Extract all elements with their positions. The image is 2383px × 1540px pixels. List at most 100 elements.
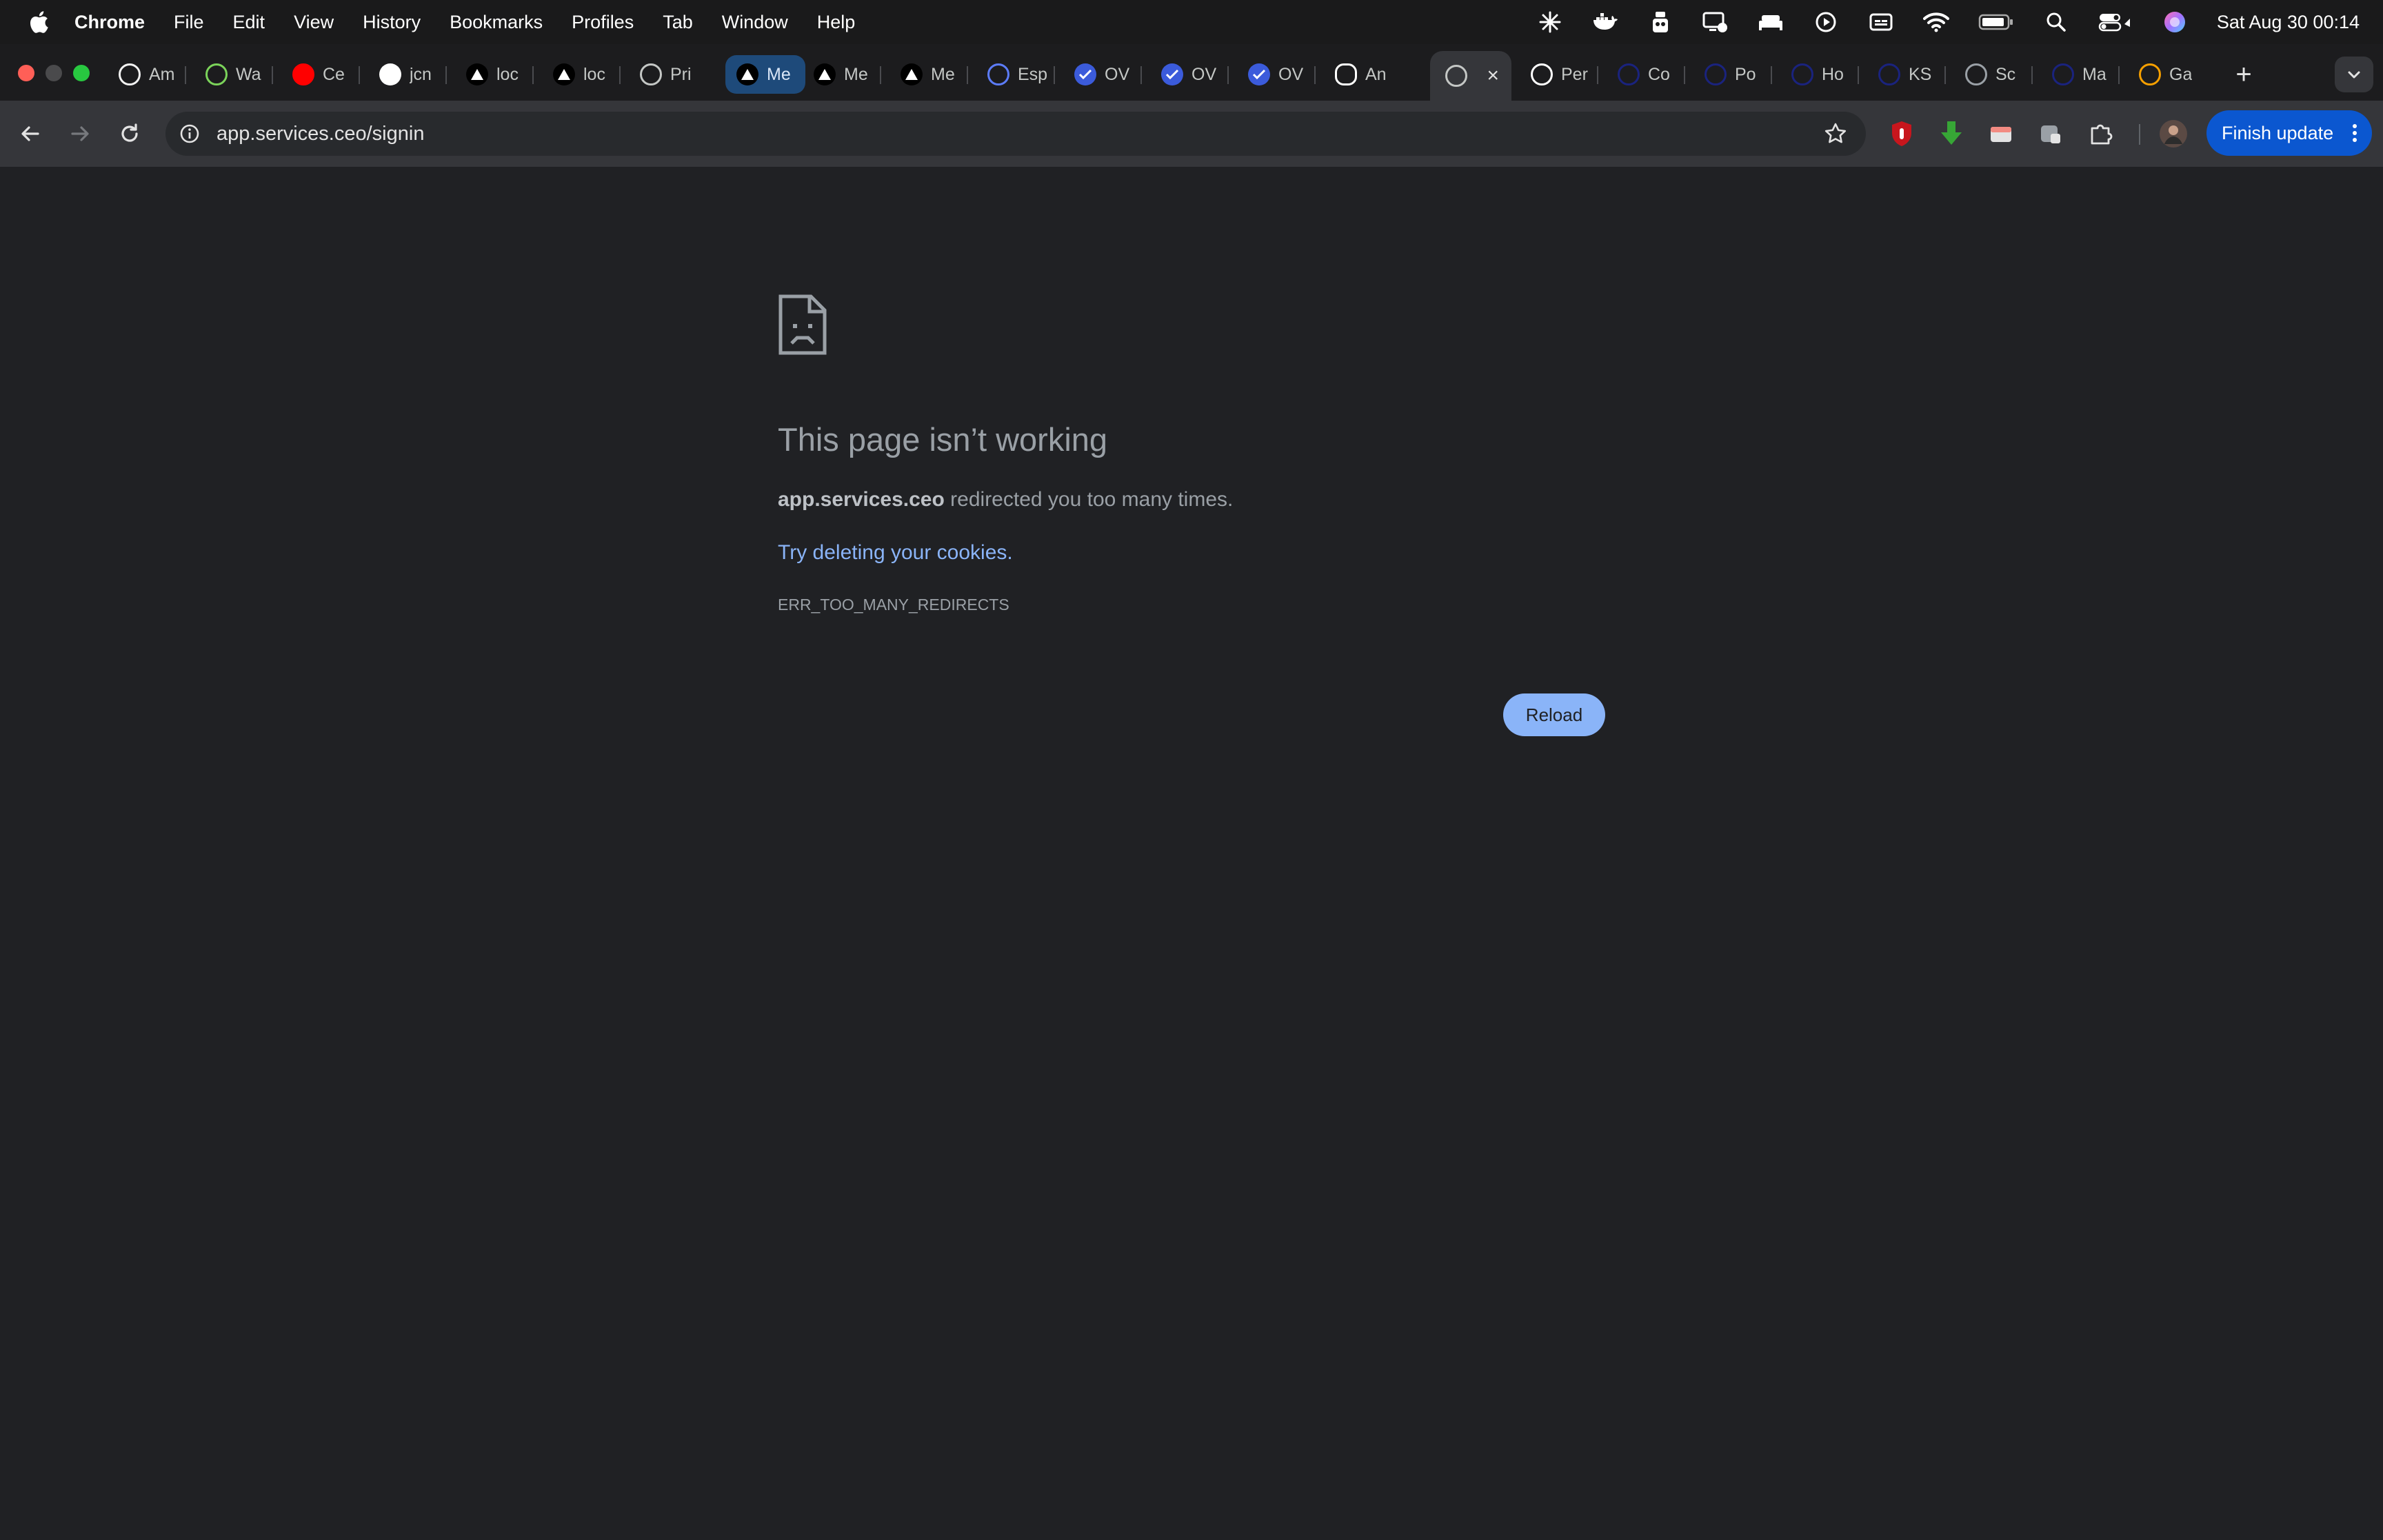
sad-page-icon: [778, 294, 827, 355]
triangle-icon: [814, 63, 836, 85]
tab-17[interactable]: Per: [1516, 55, 1591, 94]
forward-button[interactable]: [63, 117, 97, 150]
tab-5[interactable]: loc: [451, 55, 527, 94]
tab-separator: [967, 66, 968, 84]
menu-bar-clock[interactable]: Sat Aug 30 00:14: [2217, 12, 2360, 33]
tool-icon[interactable]: [1647, 9, 1673, 35]
site-info-icon[interactable]: [178, 122, 201, 145]
menu-window[interactable]: Window: [722, 12, 788, 33]
screen-share-icon[interactable]: [1702, 9, 1729, 35]
tab-7[interactable]: Pri: [625, 55, 701, 94]
circle-icon: [1618, 63, 1640, 85]
tab-label: Per: [1561, 64, 1588, 84]
download-extension-icon[interactable]: [1936, 119, 1967, 149]
tab-19[interactable]: Po: [1689, 55, 1765, 94]
tab-11[interactable]: Esp: [972, 55, 1048, 94]
tab-8[interactable]: Me: [725, 55, 805, 94]
tab-6[interactable]: loc: [538, 55, 614, 94]
delete-cookies-link[interactable]: Try deleting your cookies.: [778, 541, 1013, 565]
battery-icon[interactable]: [1978, 9, 2014, 35]
menu-help[interactable]: Help: [817, 12, 856, 33]
wifi-icon[interactable]: [1922, 9, 1949, 35]
tab-label: Po: [1735, 64, 1756, 84]
tab-1[interactable]: Am: [103, 55, 179, 94]
finish-update-button[interactable]: Finish update: [2206, 110, 2372, 156]
tab-18[interactable]: Co: [1602, 55, 1678, 94]
url-text[interactable]: app.services.ceo/signin: [217, 123, 424, 145]
extensions-puzzle-icon[interactable]: [2085, 119, 2115, 149]
menu-file[interactable]: File: [174, 12, 204, 33]
menu-profiles[interactable]: Profiles: [572, 12, 634, 33]
tab-14[interactable]: OV: [1233, 55, 1309, 94]
apple-icon[interactable]: [26, 10, 51, 34]
back-button[interactable]: [14, 117, 47, 150]
more-vert-icon: [2353, 124, 2357, 142]
close-window-button[interactable]: [18, 65, 34, 81]
tab-4[interactable]: jcn: [364, 55, 440, 94]
tab-21[interactable]: KS: [1863, 55, 1939, 94]
tab-label: Ho: [1822, 64, 1844, 84]
error-host: app.services.ceo: [778, 488, 945, 511]
tab-13[interactable]: OV: [1146, 55, 1222, 94]
tab-2[interactable]: Wa: [190, 55, 266, 94]
tab-strip: Am Wa Ce jcn loc loc Pri Me Me Me Esp OV OV OV An × Per C…: [0, 44, 2383, 101]
bed-icon[interactable]: [1758, 9, 1784, 35]
control-center-icon[interactable]: [2098, 9, 2133, 35]
sparkle-icon[interactable]: [1537, 9, 1563, 35]
error-code: ERR_TOO_MANY_REDIRECTS: [778, 596, 1009, 614]
menu-bookmarks[interactable]: Bookmarks: [450, 12, 543, 33]
profile-avatar[interactable]: [2158, 119, 2189, 149]
tab-separator: [2031, 66, 2033, 84]
reload-page-button[interactable]: Reload: [1503, 693, 1605, 736]
triangle-icon: [901, 63, 923, 85]
menu-edit[interactable]: Edit: [233, 12, 265, 33]
tab-label: Wa: [236, 64, 261, 84]
tab-12[interactable]: OV: [1059, 55, 1135, 94]
macos-menu-bar: Chrome File Edit View History Bookmarks …: [0, 0, 2383, 44]
menu-tab[interactable]: Tab: [663, 12, 693, 33]
menu-view[interactable]: View: [294, 12, 334, 33]
zoom-window-button[interactable]: [73, 65, 90, 81]
tab-23[interactable]: Ma: [2037, 55, 2113, 94]
wallet-extension-icon[interactable]: [1986, 119, 2016, 149]
play-icon[interactable]: [1813, 9, 1839, 35]
caption-icon[interactable]: [1868, 9, 1894, 35]
minimize-window-button[interactable]: [46, 65, 62, 81]
tab-label: loc: [496, 64, 519, 84]
tab-10[interactable]: Me: [885, 55, 961, 94]
circle-icon: [1705, 63, 1727, 85]
extension-badge-icon[interactable]: [2035, 119, 2066, 149]
back-arrow-icon: [21, 126, 39, 141]
search-icon[interactable]: [2043, 9, 2069, 35]
tab-20[interactable]: Ho: [1776, 55, 1852, 94]
address-bar[interactable]: app.services.ceo/signin: [165, 112, 1866, 156]
tab-label: KS: [1909, 64, 1932, 84]
tab-label: Me: [767, 64, 791, 84]
finish-update-label: Finish update: [2222, 122, 2334, 143]
menu-app-name[interactable]: Chrome: [74, 12, 145, 33]
tab-3[interactable]: Ce: [277, 55, 353, 94]
docker-icon[interactable]: [1592, 9, 1618, 35]
globe-icon: [2139, 63, 2161, 85]
new-tab-button[interactable]: +: [2230, 61, 2258, 88]
tab-9[interactable]: Me: [798, 55, 874, 94]
tab-separator: [1944, 66, 1946, 84]
siri-icon[interactable]: [2162, 9, 2188, 35]
reload-button[interactable]: [113, 117, 146, 150]
reload-icon: [121, 123, 138, 142]
close-tab-icon[interactable]: ×: [1487, 64, 1499, 88]
amazon-icon: [119, 63, 141, 85]
tab-search-button[interactable]: [2335, 57, 2373, 92]
ublock-extension-icon[interactable]: [1887, 119, 1917, 149]
tab-separator: [619, 66, 621, 84]
tab-label: OV: [1105, 64, 1130, 84]
tab-22[interactable]: Sc: [1950, 55, 2026, 94]
tab-label: Me: [844, 64, 868, 84]
menu-history[interactable]: History: [363, 12, 421, 33]
tab-separator: [1227, 66, 1229, 84]
bookmark-star-icon[interactable]: [1823, 121, 1848, 146]
gear-icon: [1965, 63, 1987, 85]
tab-15[interactable]: An: [1320, 55, 1396, 94]
tab-24[interactable]: Ga: [2124, 55, 2200, 94]
tab-16[interactable]: ×: [1430, 51, 1511, 101]
